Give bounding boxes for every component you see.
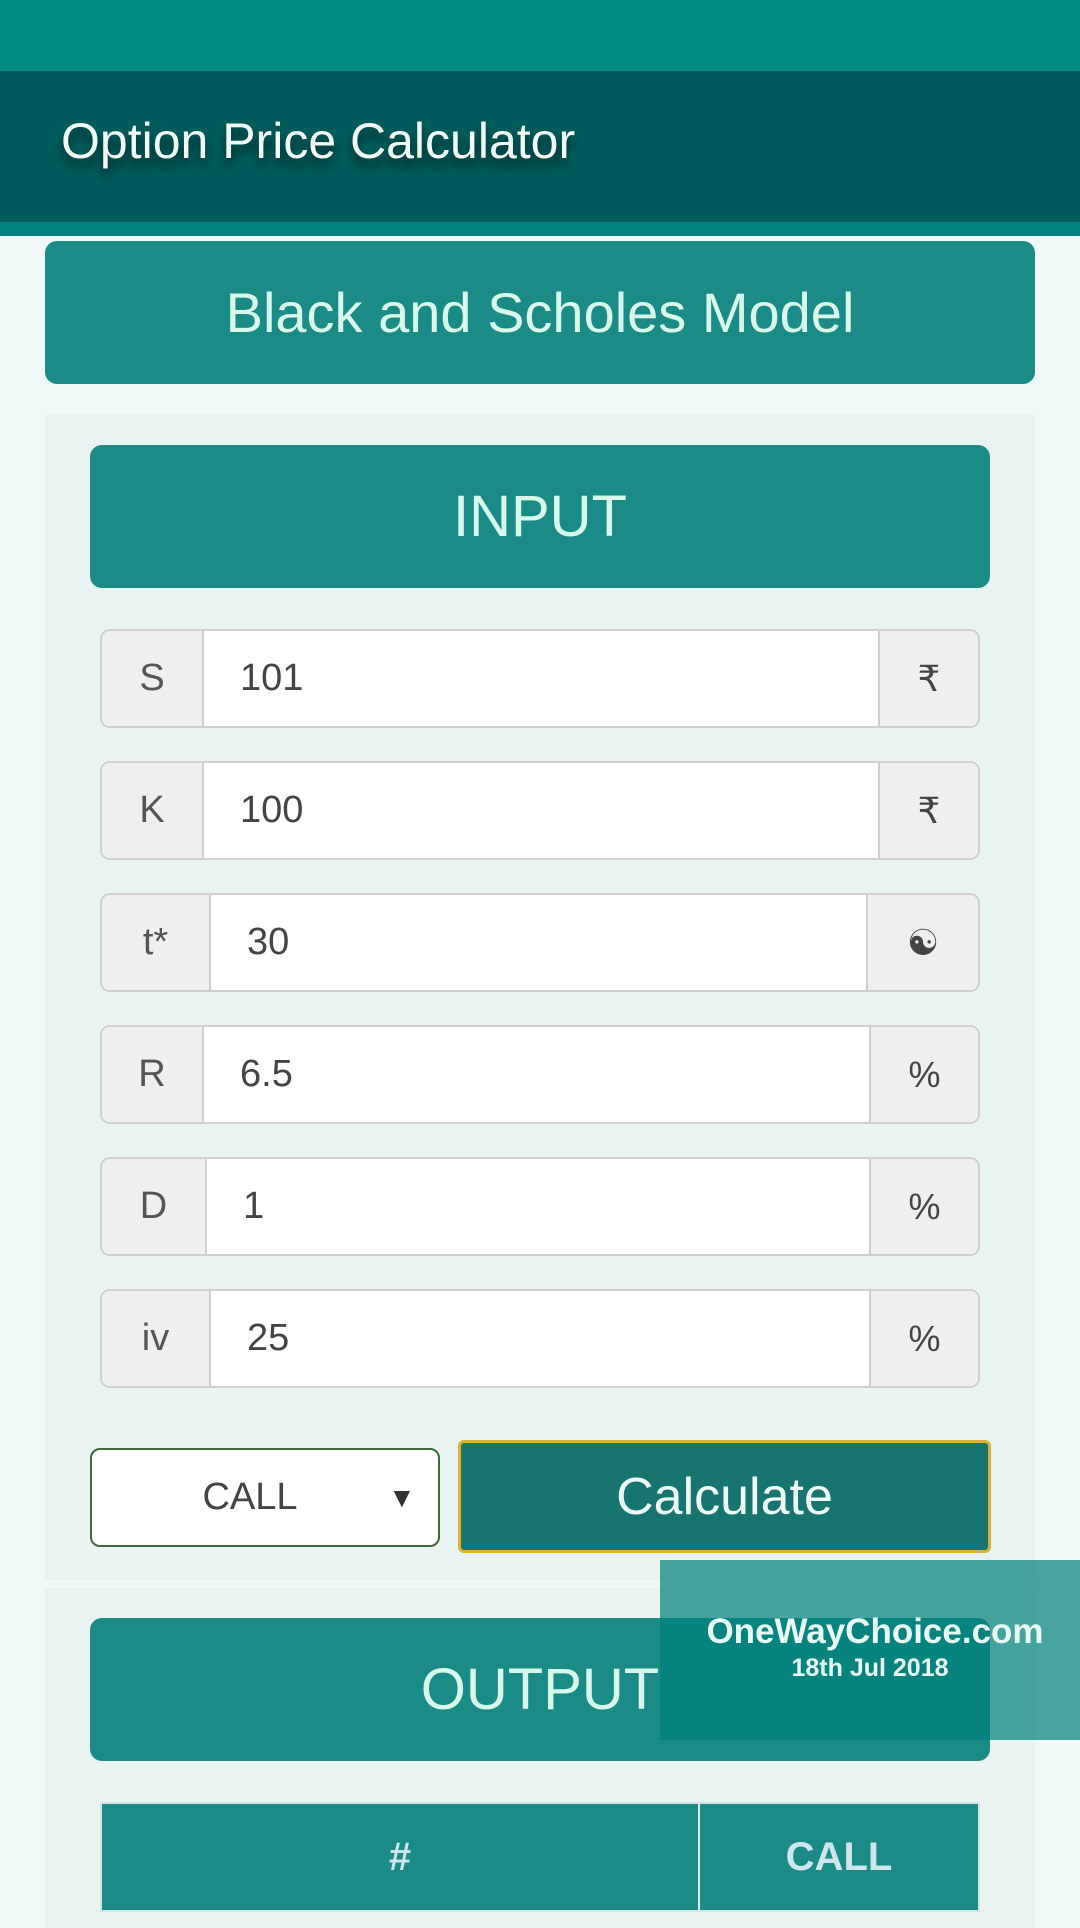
field-label: S (102, 631, 204, 726)
field-label: K (102, 763, 204, 858)
field-label: iv (102, 1291, 211, 1386)
rupee-icon: ₹ (878, 631, 978, 726)
s-input[interactable] (204, 631, 878, 726)
input-heading: INPUT (90, 445, 990, 588)
percent-icon: % (869, 1291, 978, 1386)
field-r: R % (100, 1025, 980, 1124)
field-iv: iv % (100, 1289, 980, 1388)
field-t: t* ☯ (100, 893, 980, 992)
watermark-site: OneWayChoice.com (706, 1612, 1044, 1651)
watermark-date: 18th Jul 2018 (791, 1654, 949, 1682)
output-table: # CALL (100, 1802, 980, 1912)
rupee-icon: ₹ (878, 763, 978, 858)
calculate-button[interactable]: Calculate (458, 1440, 991, 1553)
field-k: K ₹ (100, 761, 980, 860)
percent-icon: % (869, 1159, 978, 1254)
app-title: Option Price Calculator (61, 113, 576, 169)
yin-yang-icon: ☯ (866, 895, 978, 990)
r-input[interactable] (204, 1027, 869, 1122)
t-input[interactable] (211, 895, 866, 990)
percent-icon: % (869, 1027, 978, 1122)
field-label: D (102, 1159, 207, 1254)
table-header-call: CALL (700, 1804, 978, 1910)
field-s: S ₹ (100, 629, 980, 728)
iv-input[interactable] (211, 1291, 869, 1386)
field-d: D % (100, 1157, 980, 1256)
option-type-select[interactable]: CALL ▼ (90, 1448, 440, 1547)
watermark: OneWayChoice.com 18th Jul 2018 (660, 1560, 1080, 1740)
option-type-value: CALL (202, 1476, 298, 1518)
d-input[interactable] (207, 1159, 869, 1254)
model-title: Black and Scholes Model (45, 241, 1035, 384)
status-bar (0, 0, 1080, 71)
k-input[interactable] (204, 763, 878, 858)
field-label: R (102, 1027, 204, 1122)
table-header-index: # (102, 1804, 700, 1910)
app-bar-divider (0, 222, 1080, 236)
input-panel (45, 415, 1035, 1580)
field-label: t* (102, 895, 211, 990)
chevron-down-icon: ▼ (388, 1481, 416, 1513)
